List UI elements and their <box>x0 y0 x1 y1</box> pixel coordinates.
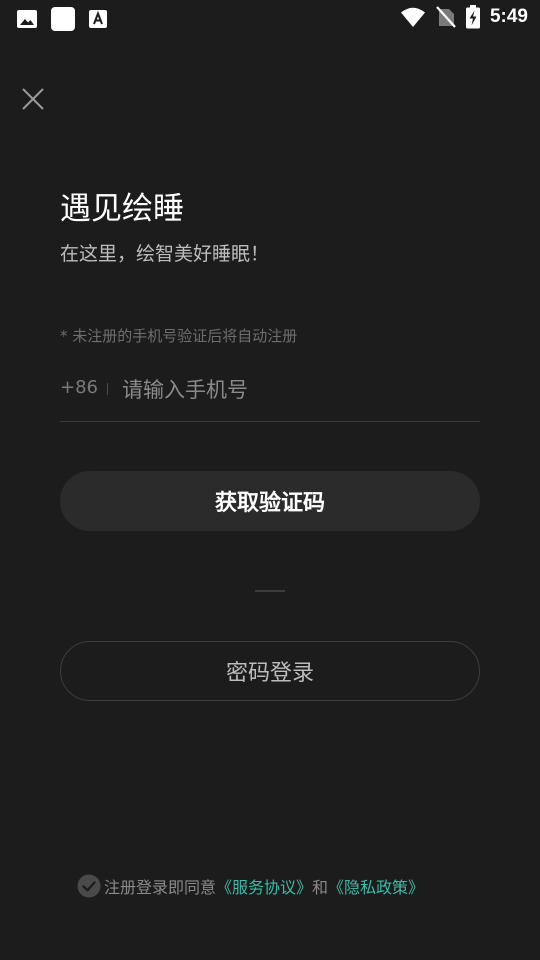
wifi-icon <box>400 7 425 27</box>
page-title: 遇见绘睡 <box>60 191 184 227</box>
no-sim-icon <box>436 6 456 28</box>
check-circle-icon[interactable] <box>77 874 101 898</box>
phone-field: +86 <box>60 368 480 422</box>
agreement-connector: 和 <box>312 878 329 897</box>
status-time: 5:49 <box>489 6 528 27</box>
agreement-prefix: 注册登录即同意 <box>104 878 217 897</box>
privacy-policy-link[interactable]: 《隐私政策》 <box>328 874 424 898</box>
password-login-button[interactable]: 密码登录 <box>60 641 480 701</box>
status-bar: 5:49 <box>0 0 540 36</box>
phone-divider <box>107 383 108 395</box>
close-button[interactable] <box>18 84 48 114</box>
register-hint: * 未注册的手机号验证后将自动注册 <box>60 327 298 345</box>
close-icon <box>22 88 44 110</box>
get-code-button[interactable]: 获取验证码 <box>60 471 480 531</box>
service-agreement-link[interactable]: 《服务协议》 <box>216 874 312 898</box>
agreement-row: 注册登录即同意 《服务协议》 和 《隐私政策》 <box>77 873 424 899</box>
status-bar-notifications <box>16 6 108 32</box>
page-subtitle: 在这里，绘智美好睡眠！ <box>60 243 270 265</box>
image-icon <box>17 10 37 28</box>
phone-input[interactable] <box>122 372 472 408</box>
country-code[interactable]: +86 <box>60 377 98 398</box>
font-download-icon <box>89 10 107 28</box>
login-screen: 5:49 遇见绘睡 在这里，绘智美好睡眠！ * 未注册的手机号验证后将自动注册 … <box>0 0 540 960</box>
status-bar-system: 5:49 <box>400 5 528 29</box>
divider <box>255 590 285 592</box>
square-icon <box>51 7 75 31</box>
battery-charging-icon <box>465 5 480 29</box>
